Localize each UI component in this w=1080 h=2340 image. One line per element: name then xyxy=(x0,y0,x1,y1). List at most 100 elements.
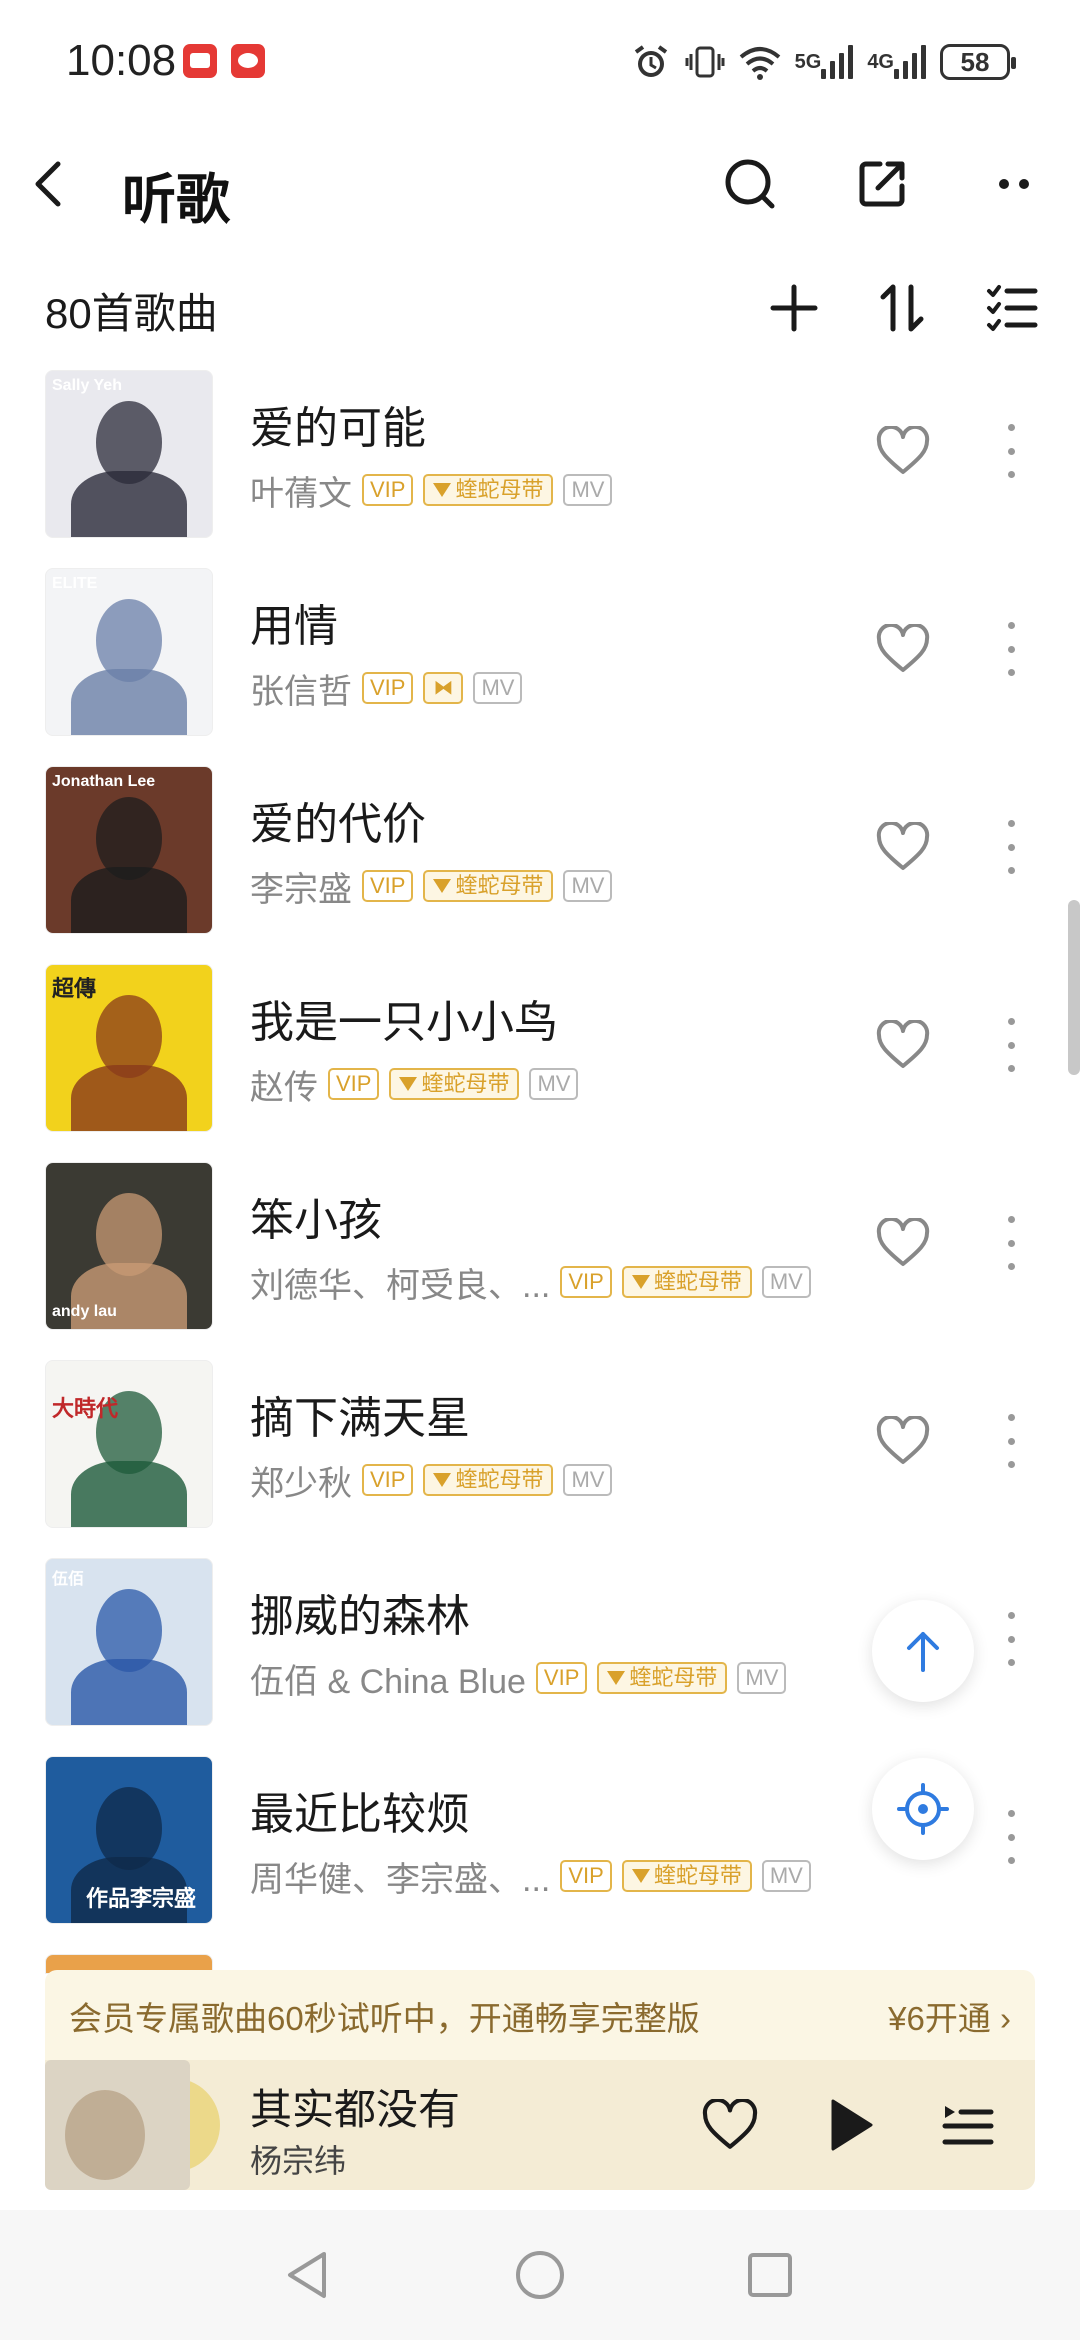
page-title: 听歌 xyxy=(122,170,230,230)
mini-player[interactable]: 其实都没有 杨宗纬 xyxy=(45,2060,1035,2190)
song-row[interactable]: 大時代 摘下满天星 郑少秋 VIP 蝰蛇母带 MV xyxy=(0,1360,1080,1530)
search-button[interactable] xyxy=(718,152,782,216)
cover-text: 伍佰 xyxy=(52,1571,85,1588)
vip-trial-banner[interactable]: 会员专属歌曲60秒试听中，开通畅享完整版 ¥6开通 › xyxy=(45,1970,1035,2060)
song-title: 笨小孩 xyxy=(250,1196,382,1245)
vip-badge: VIP xyxy=(560,1266,612,1298)
play-icon xyxy=(831,2099,873,2151)
wifi-icon xyxy=(739,43,781,81)
song-meta: 周华健、李宗盛、... VIP 蝰蛇母带 MV xyxy=(250,1854,811,1899)
back-button[interactable] xyxy=(20,152,84,216)
vip-badge: VIP xyxy=(560,1860,612,1892)
sort-icon xyxy=(880,284,924,332)
song-row[interactable]: andy lau 笨小孩 刘德华、柯受良、... VIP 蝰蛇母带 MV xyxy=(0,1162,1080,1332)
song-artist: 叶蒨文 xyxy=(250,474,352,513)
quality-badge: 蝰蛇母带 xyxy=(597,1662,728,1694)
share-icon xyxy=(859,161,905,207)
song-more-button[interactable] xyxy=(996,614,1026,684)
song-more-button[interactable] xyxy=(996,1406,1026,1476)
song-title: 爱的可能 xyxy=(250,404,426,453)
title-bar: 听歌 xyxy=(0,130,1080,240)
song-row[interactable]: 超傳 我是一只小小鸟 赵传 VIP 蝰蛇母带 MV xyxy=(0,964,1080,1134)
net-label-2: 4G xyxy=(867,51,894,73)
mv-badge[interactable]: MV xyxy=(761,1266,811,1298)
song-artist: 赵传 xyxy=(250,1068,318,1107)
quality-label: 蝰蛇母带 xyxy=(653,1863,742,1888)
song-artist: 张信哲 xyxy=(250,672,352,711)
heart-icon xyxy=(876,624,930,672)
add-button[interactable] xyxy=(762,276,826,340)
viper-icon xyxy=(433,879,452,893)
favorite-button[interactable] xyxy=(872,618,934,680)
playlist-icon xyxy=(942,2106,994,2145)
signal-4g-icon: 4G xyxy=(867,45,926,79)
arrow-up-icon xyxy=(907,1632,939,1672)
nav-home-button[interactable] xyxy=(505,2240,575,2310)
heart-icon xyxy=(876,822,930,870)
quality-label: 蝰蛇母带 xyxy=(421,1071,510,1096)
album-cover: 伍佰 xyxy=(45,1558,213,1726)
album-cover: Jonathan Lee xyxy=(45,766,213,934)
more-options-button[interactable] xyxy=(982,152,1046,216)
notification-app-icon-2 xyxy=(231,44,265,78)
plus-icon xyxy=(770,284,818,332)
song-more-button[interactable] xyxy=(996,1604,1026,1674)
vip-badge: VIP xyxy=(362,474,414,506)
song-artist: 李宗盛 xyxy=(250,870,352,909)
share-button[interactable] xyxy=(850,152,914,216)
song-artist: 刘德华、柯受良、... xyxy=(250,1266,551,1305)
mv-badge[interactable]: MV xyxy=(529,1068,579,1100)
song-more-button[interactable] xyxy=(996,1010,1026,1080)
viper-icon xyxy=(607,1671,626,1685)
favorite-button[interactable] xyxy=(872,1410,934,1472)
mv-badge[interactable]: MV xyxy=(563,1464,613,1496)
mv-badge[interactable]: MV xyxy=(761,1860,811,1892)
scroll-to-top-button[interactable] xyxy=(872,1600,974,1702)
mv-badge[interactable]: MV xyxy=(737,1662,787,1694)
vip-badge: VIP xyxy=(362,1464,414,1496)
vip-trial-text: 会员专属歌曲60秒试听中，开通畅享完整版 xyxy=(69,2000,700,2037)
song-title: 挪威的森林 xyxy=(250,1592,470,1641)
favorite-button[interactable] xyxy=(872,1014,934,1076)
cover-text: andy lau xyxy=(52,1303,117,1320)
song-more-button[interactable] xyxy=(996,1802,1026,1872)
vip-badge: VIP xyxy=(328,1068,380,1100)
song-more-button[interactable] xyxy=(996,812,1026,882)
nav-back-button[interactable] xyxy=(272,2240,342,2310)
viper-icon xyxy=(631,1275,650,1289)
favorite-button[interactable] xyxy=(872,1212,934,1274)
multi-select-button[interactable] xyxy=(980,276,1044,340)
song-more-button[interactable] xyxy=(996,416,1026,486)
song-more-button[interactable] xyxy=(996,1208,1026,1278)
favorite-button[interactable] xyxy=(872,816,934,878)
viper-icon xyxy=(631,1869,650,1883)
song-row[interactable]: Sally Yeh 爱的可能 叶蒨文 VIP 蝰蛇母带 MV xyxy=(0,370,1080,540)
vip-subscribe-link[interactable]: ¥6开通 › xyxy=(888,1992,1011,2040)
song-meta: 刘德华、柯受良、... VIP 蝰蛇母带 MV xyxy=(250,1260,811,1305)
album-cover: 超傳 xyxy=(45,964,213,1132)
play-button[interactable] xyxy=(817,2092,883,2158)
player-favorite-button[interactable] xyxy=(697,2092,763,2158)
circle-home-icon xyxy=(516,2251,564,2299)
back-arrow-icon xyxy=(35,161,61,207)
locate-icon xyxy=(897,1783,949,1835)
song-row[interactable]: ELITE 用情 张信哲 VIP ⧓ MV xyxy=(0,568,1080,738)
song-title: 最近比较烦 xyxy=(250,1790,470,1839)
mv-badge[interactable]: MV xyxy=(473,672,523,704)
mv-badge[interactable]: MV xyxy=(563,870,613,902)
sort-button[interactable] xyxy=(870,276,934,340)
scrollbar[interactable] xyxy=(1068,900,1080,1075)
now-playing-title: 其实都没有 xyxy=(250,2086,461,2133)
nav-recents-button[interactable] xyxy=(735,2240,805,2310)
alarm-icon xyxy=(631,42,671,82)
mv-badge[interactable]: MV xyxy=(563,474,613,506)
status-bar: 10:08 5G 4G 58 xyxy=(0,0,1080,120)
playlist-button[interactable] xyxy=(935,2092,1001,2158)
notification-app-icon xyxy=(183,44,217,78)
song-row[interactable]: Jonathan Lee 爱的代价 李宗盛 VIP 蝰蛇母带 MV xyxy=(0,766,1080,936)
search-icon xyxy=(725,159,775,209)
locate-current-song-button[interactable] xyxy=(872,1758,974,1860)
song-title: 爱的代价 xyxy=(250,800,426,849)
cover-text: Jonathan Lee xyxy=(52,773,156,790)
favorite-button[interactable] xyxy=(872,420,934,482)
